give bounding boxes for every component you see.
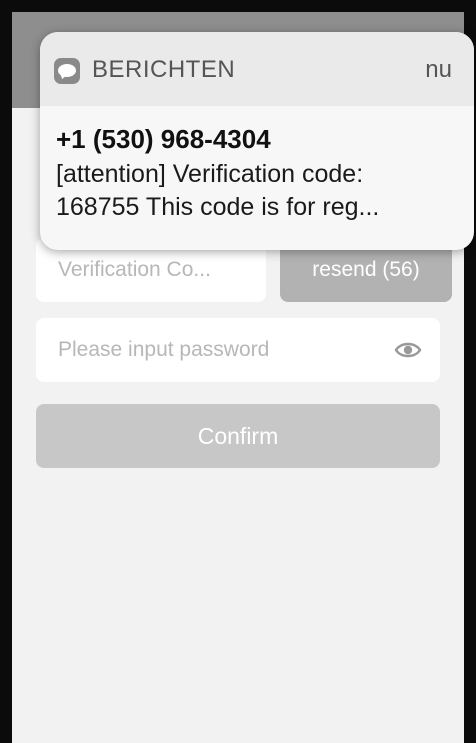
eye-icon[interactable] — [394, 338, 422, 362]
notification-app-name: BERICHTEN — [92, 56, 236, 83]
password-input[interactable] — [36, 318, 376, 382]
sms-notification-banner[interactable]: BERICHTEN nu +1 (530) 968-4304 [attentio… — [40, 32, 474, 250]
notification-message: [attention] Verification code: 168755 Th… — [56, 160, 380, 221]
password-field — [36, 318, 440, 382]
notification-header: BERICHTEN nu — [40, 32, 474, 106]
notification-sender: +1 (530) 968-4304 — [56, 124, 271, 154]
notification-time: nu — [425, 56, 452, 83]
messages-icon — [54, 58, 80, 84]
phone-frame: resend (56) Confirm BERICHTEN nu +1 (530… — [0, 0, 476, 743]
confirm-button[interactable]: Confirm — [36, 404, 440, 468]
